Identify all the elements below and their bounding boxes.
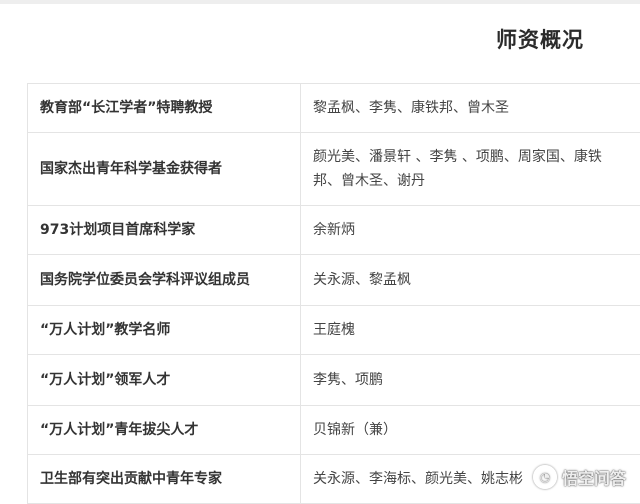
table-row: 国务院学位委员会学科评议组成员 关永源、黎孟枫 (28, 255, 640, 306)
row-label: “万人计划”教学名师 (28, 306, 301, 355)
table-row: “万人计划”教学名师 王庭槐 (28, 306, 640, 355)
row-label: 973计划项目首席科学家 (28, 206, 301, 255)
row-label: “万人计划”青年拔尖人才 (28, 406, 301, 455)
watermark-text: 悟空问答 (562, 465, 626, 489)
wukong-logo-icon: ◔ (533, 465, 557, 489)
row-label: “万人计划”领军人才 (28, 355, 301, 406)
row-value: 王庭槐 (301, 306, 640, 355)
top-divider (0, 0, 640, 4)
table-row: 教育部“长江学者”特聘教授 黎孟枫、李隽、康铁邦、曾木圣 (28, 84, 640, 133)
row-label: 教育部“长江学者”特聘教授 (28, 84, 301, 133)
table-row: “万人计划”领军人才 李隽、项鹏 (28, 355, 640, 406)
row-label: 国家杰出青年科学基金获得者 (28, 133, 301, 206)
row-value: 贝锦新（兼） (301, 406, 640, 455)
page-header: 师资概况 (0, 24, 640, 58)
page-title: 师资概况 (496, 24, 584, 54)
row-value: 李隽、项鹏 (301, 355, 640, 406)
row-value: 黎孟枫、李隽、康铁邦、曾木圣 (301, 84, 640, 133)
row-value: 颜光美、潘景轩 、李隽 、项鹏、周家国、康铁邦、曾木圣、谢丹 (301, 133, 640, 206)
row-value: 余新炳 (301, 206, 640, 255)
table-row: 国家杰出青年科学基金获得者 颜光美、潘景轩 、李隽 、项鹏、周家国、康铁邦、曾木… (28, 133, 640, 206)
row-value: 关永源、黎孟枫 (301, 255, 640, 306)
faculty-table: 教育部“长江学者”特聘教授 黎孟枫、李隽、康铁邦、曾木圣 国家杰出青年科学基金获… (27, 83, 640, 504)
row-label: 卫生部有突出贡献中青年专家 (28, 455, 301, 504)
watermark: ◔ 悟空问答 (533, 465, 626, 489)
table-row: 973计划项目首席科学家 余新炳 (28, 206, 640, 255)
row-label: 国务院学位委员会学科评议组成员 (28, 255, 301, 306)
table-row: “万人计划”青年拔尖人才 贝锦新（兼） (28, 406, 640, 455)
